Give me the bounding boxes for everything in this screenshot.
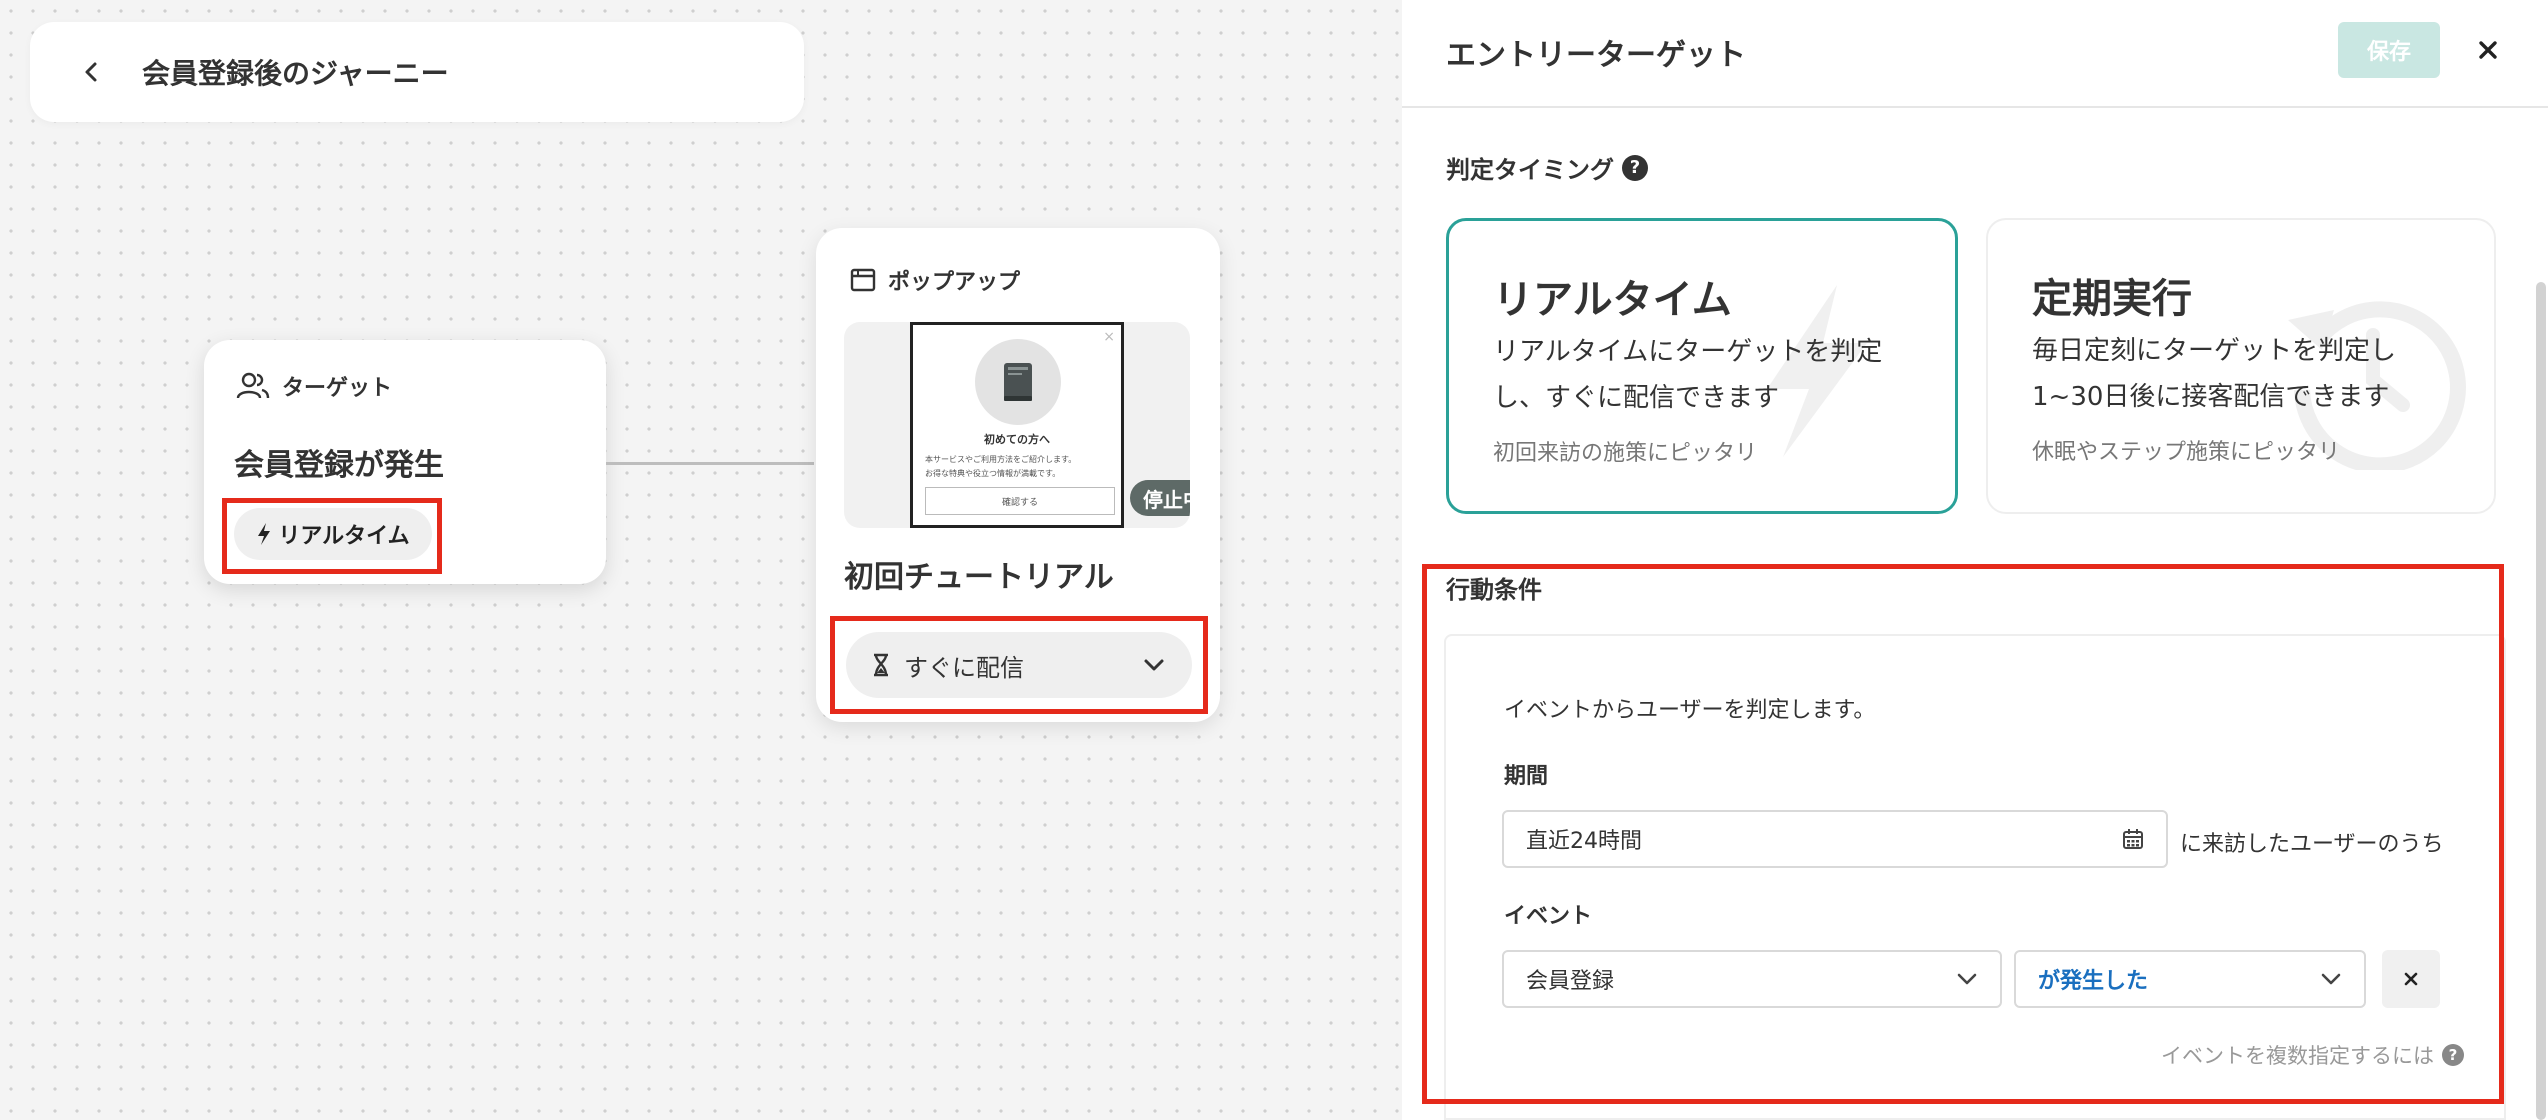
event-condition-value: が発生した (2038, 969, 2149, 994)
timing-option-scheduled[interactable]: 定期実行 毎日定刻にターゲットを判定し 1~30日後に接客配信できます 休眠やス… (1986, 218, 2496, 514)
panel-header: エントリーターゲット 保存 (1402, 0, 2548, 108)
event-value: 会員登録 (1526, 969, 1615, 994)
preview-text-line2: お得な特典や役立つ情報が満載です。 (925, 469, 1061, 478)
period-value: 直近24時間 (1526, 829, 1642, 854)
popup-node-title: 初回チュートリアル (844, 560, 1114, 595)
window-icon (850, 268, 876, 292)
save-button[interactable]: 保存 (2338, 22, 2440, 78)
target-node[interactable]: ターゲット 会員登録が発生 リアルタイム (204, 340, 606, 584)
timing-option-desc: リアルタイムにターゲットを判定 し、すぐに配信できます (1493, 329, 1933, 421)
multi-event-hint-text: イベントを複数指定するには (2161, 1044, 2434, 1068)
period-input[interactable]: 直近24時間 (1502, 810, 2168, 868)
lightning-icon (258, 523, 271, 545)
preview-modal: × 初めての方へ 本サービスやご利用方法をご紹介します。 お得な特典や役立つ情報… (910, 322, 1124, 528)
preview-text-line1: 本サービスやご利用方法をご紹介します。 (925, 455, 1077, 464)
entry-target-panel: エントリーターゲット 保存 判定タイミング ? リアルタイム リアルタイムにター… (1402, 0, 2548, 1120)
chevron-left-icon (85, 62, 97, 82)
period-label: 期間 (1504, 764, 1549, 789)
behavior-section-label: 行動条件 (1446, 570, 1542, 605)
chevron-down-icon (2321, 973, 2341, 985)
calendar-icon (2123, 829, 2143, 849)
multi-event-hint[interactable]: イベントを複数指定するには ? (2161, 1040, 2464, 1070)
timing-option-desc: 毎日定刻にターゲットを判定し 1~30日後に接客配信できます (2032, 328, 2472, 420)
hourglass-icon (874, 653, 888, 677)
panel-scrollbar[interactable] (2536, 282, 2546, 1120)
target-node-title: 会員登録が発生 (234, 448, 444, 483)
node-connector (606, 462, 814, 465)
journey-canvas[interactable]: 会員登録後のジャーニー ターゲット 会員登録が発生 リアルタイム ポップアップ … (0, 0, 1402, 1120)
back-button[interactable] (72, 52, 112, 92)
journey-title: 会員登録後のジャーニー (142, 57, 449, 90)
timing-option-desc-line1: リアルタイムにターゲットを判定 (1493, 337, 1883, 367)
event-select[interactable]: 会員登録 (1502, 950, 2002, 1008)
realtime-badge-label: リアルタイム (278, 524, 410, 549)
remove-event-button[interactable] (2382, 950, 2440, 1008)
book-icon (975, 339, 1061, 425)
popup-preview[interactable]: × 初めての方へ 本サービスやご利用方法をご紹介します。 お得な特典や役立つ情報… (844, 322, 1190, 528)
timing-option-desc-line2: し、すぐに配信できます (1493, 383, 1780, 413)
target-node-header: ターゲット (236, 370, 392, 402)
popup-node-type: ポップアップ (888, 270, 1021, 295)
behavior-condition-box: イベントからユーザーを判定します。 期間 直近24時間 に来訪したユーザーのうち… (1444, 634, 2506, 1120)
event-condition-select[interactable]: が発生した (2014, 950, 2366, 1008)
popup-node-header: ポップアップ (850, 264, 1020, 296)
preview-confirm-button: 確認する (925, 487, 1115, 515)
close-icon (2479, 41, 2497, 59)
timing-option-realtime[interactable]: リアルタイム リアルタイムにターゲットを判定 し、すぐに配信できます 初回来訪の… (1446, 218, 1958, 514)
panel-title: エントリーターゲット (1446, 38, 1746, 73)
status-badge: 停止中 (1130, 480, 1190, 516)
timing-option-desc-line2: 1~30日後に接客配信できます (2032, 382, 2390, 412)
help-icon[interactable]: ? (1622, 154, 1648, 181)
target-node-type: ターゲット (282, 376, 393, 401)
delivery-timing-select[interactable]: すぐに配信 (846, 632, 1192, 698)
behavior-description: イベントからユーザーを判定します。 (1504, 698, 1876, 723)
chevron-down-icon (1957, 973, 1977, 985)
users-icon (236, 372, 270, 399)
timing-option-hint: 初回来訪の施策にピッタリ (1493, 441, 1758, 466)
timing-option-hint: 休眠やステップ施策にピッタリ (2032, 440, 2341, 465)
event-label: イベント (1504, 904, 1593, 929)
timing-option-title: 定期実行 (2032, 276, 2192, 322)
popup-node[interactable]: ポップアップ × 初めての方へ 本サービスやご利用方法をご紹介します。 お得な特… (816, 228, 1220, 722)
close-button[interactable] (2468, 30, 2508, 70)
timing-option-title: リアルタイム (1493, 277, 1732, 323)
preview-title: 初めての方へ (984, 433, 1050, 446)
timing-option-desc-line1: 毎日定刻にターゲットを判定し (2032, 336, 2397, 366)
help-icon: ? (2442, 1044, 2464, 1066)
chevron-down-icon (1144, 659, 1164, 671)
preview-text: 本サービスやご利用方法をご紹介します。 お得な特典や役立つ情報が満載です。 (925, 453, 1115, 481)
delivery-timing-value: すぐに配信 (904, 653, 1024, 682)
period-suffix: に来訪したユーザーのうち (2180, 832, 2444, 857)
preview-close-icon: × (1103, 329, 1115, 345)
journey-header: 会員登録後のジャーニー (30, 22, 804, 122)
timing-section-label: 判定タイミング ? (1446, 150, 1648, 185)
realtime-badge: リアルタイム (234, 508, 432, 560)
close-icon (2404, 972, 2418, 986)
timing-label-text: 判定タイミング (1446, 156, 1614, 184)
behavior-label-text: 行動条件 (1446, 576, 1542, 604)
